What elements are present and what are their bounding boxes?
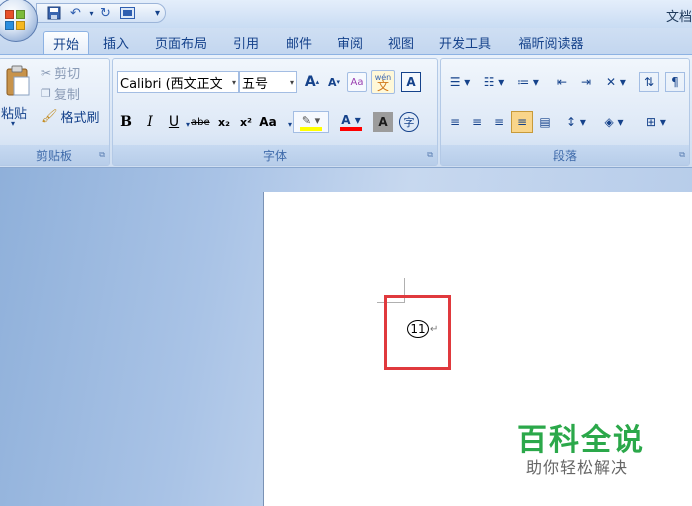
quick-access-toolbar: ↶ ▾ ↻ ▾	[36, 3, 166, 23]
dialog-launcher-icon[interactable]: ⧉	[99, 150, 105, 160]
cut-label: 剪切	[54, 67, 81, 82]
tab-home[interactable]: 开始	[43, 31, 89, 54]
grow-font-button[interactable]: A ▴	[303, 72, 321, 92]
paste-dropdown-icon[interactable]: ▾	[11, 119, 15, 128]
ribbon-tabs: 开始 插入 页面布局 引用 邮件 审阅 视图 开发工具 福昕阅读器	[0, 28, 692, 54]
font-name-value: Calibri (西文正文	[120, 76, 223, 92]
line-spacing-icon[interactable]: ↕ ▾	[561, 112, 591, 132]
char-border-button[interactable]: A	[401, 72, 421, 92]
increase-indent-icon[interactable]: ⇥	[575, 72, 597, 92]
tab-review[interactable]: 审阅	[330, 31, 370, 54]
font-color-icon: A ▾	[341, 113, 361, 127]
copy-button[interactable]: ❐ 复制	[41, 84, 80, 103]
clear-format-button[interactable]: Aa	[347, 72, 367, 92]
tab-references[interactable]: 引用	[226, 31, 266, 54]
format-painter-button[interactable]: 🖌 格式刷	[41, 107, 100, 126]
char-shading-button[interactable]: A	[373, 112, 393, 132]
title-bar: ↶ ▾ ↻ ▾ 文档	[0, 0, 692, 42]
customize-qat-icon[interactable]: ▾	[149, 5, 166, 21]
font-group-label: 字体 ⧉	[113, 145, 437, 165]
align-left-icon[interactable]: ≡	[445, 112, 465, 132]
font-color-swatch	[340, 127, 362, 131]
highlight-color-swatch	[300, 126, 322, 131]
copy-label: 复制	[53, 88, 80, 103]
copy-icon: ❐	[41, 87, 51, 100]
print-preview-icon[interactable]	[119, 5, 136, 21]
watermark-title: 百科全说	[517, 423, 645, 458]
dialog-launcher-icon[interactable]: ⧉	[679, 150, 685, 160]
justify-icon[interactable]: ≡	[511, 111, 533, 133]
clipboard-label-text: 剪贴板	[35, 148, 72, 163]
tab-mailings[interactable]: 邮件	[279, 31, 319, 54]
window-title: 文档	[665, 10, 692, 25]
strikethrough-button[interactable]: abe	[191, 112, 210, 132]
brush-icon: 🖌	[41, 109, 58, 124]
clipboard-group: 粘贴 ▾ ✂ 剪切 ❐ 复制 🖌 格式刷 剪贴板 ⧉	[0, 58, 110, 166]
circled-number-text[interactable]: 11	[407, 320, 429, 338]
undo-icon[interactable]: ↶	[67, 5, 84, 21]
highlight-color-button[interactable]: ✎ ▾	[293, 111, 329, 133]
chevron-down-icon: ▾	[231, 77, 236, 87]
grow-font-label: A	[304, 74, 316, 90]
highlighter-icon: ✎ ▾	[301, 113, 321, 127]
phonetic-char-icon: 文	[376, 79, 389, 93]
shrink-font-label: A	[327, 75, 337, 89]
save-icon[interactable]	[45, 5, 62, 21]
office-logo-icon	[5, 10, 27, 32]
decrease-indent-icon[interactable]: ⇤	[551, 72, 573, 92]
tab-view[interactable]: 视图	[381, 31, 421, 54]
align-right-icon[interactable]: ≡	[489, 112, 509, 132]
paragraph-mark: ↵	[430, 324, 439, 335]
tab-page-layout[interactable]: 页面布局	[148, 31, 214, 54]
change-case-button[interactable]: Aa	[259, 112, 277, 132]
multilevel-list-icon[interactable]: ≔ ▾	[513, 72, 543, 92]
font-size-combo[interactable]: 五号 ▾	[239, 71, 297, 93]
font-label-text: 字体	[262, 148, 287, 163]
document-page[interactable]: 11 ↵ 百科全说 助你轻松解决	[263, 192, 692, 506]
distributed-icon[interactable]: ▤	[535, 112, 555, 132]
align-center-icon[interactable]: ≡	[467, 112, 487, 132]
chevron-down-icon: ▾	[289, 77, 294, 87]
shrink-font-button[interactable]: A ▾	[325, 72, 343, 92]
font-name-combo[interactable]: Calibri (西文正文 ▾	[117, 71, 239, 93]
enclose-char-button[interactable]: 字	[399, 112, 419, 132]
font-group: Calibri (西文正文 ▾ 五号 ▾ A ▴ A ▾ Aa wén 文 A B …	[112, 58, 438, 166]
tab-foxit-reader[interactable]: 福昕阅读器	[510, 31, 592, 54]
shading-icon[interactable]: ◈ ▾	[597, 112, 631, 132]
cut-button[interactable]: ✂ 剪切	[41, 63, 81, 83]
numbering-icon[interactable]: ☷ ▾	[479, 72, 509, 92]
subscript-button[interactable]: x₂	[215, 112, 233, 132]
dialog-launcher-icon[interactable]: ⧉	[427, 150, 433, 160]
redo-icon[interactable]: ↻	[97, 5, 114, 21]
format-painter-label: 格式刷	[60, 111, 100, 126]
paragraph-label-text: 段落	[552, 148, 577, 163]
scissors-icon: ✂	[41, 65, 52, 80]
bold-button[interactable]: B	[117, 112, 135, 132]
paragraph-group-label: 段落 ⧉	[441, 145, 689, 165]
eraser-icon: Aa	[350, 76, 364, 88]
watermark-subtitle: 助你轻松解决	[526, 458, 629, 477]
paragraph-group: ☰ ▾ ☷ ▾ ≔ ▾ ⇤ ⇥ ✕ ▾ ⇅ ¶ ≡ ≡ ≡ ≡ ▤ ↕ ▾ ◈ …	[440, 58, 690, 166]
sort-icon[interactable]: ⇅	[639, 72, 659, 92]
clipboard-group-label: 剪贴板 ⧉	[0, 145, 109, 165]
char-border-label: A	[406, 75, 416, 89]
document-workspace: 11 ↵ 百科全说 助你轻松解决	[0, 168, 692, 506]
paste-icon[interactable]	[3, 63, 33, 99]
font-size-value: 五号	[242, 76, 269, 92]
bullets-icon[interactable]: ☰ ▾	[445, 72, 475, 92]
phonetic-guide-button[interactable]: wén 文	[371, 70, 395, 94]
font-color-button[interactable]: A ▾	[333, 111, 369, 133]
show-marks-icon[interactable]: ¶	[665, 72, 685, 92]
borders-icon[interactable]: ⊞ ▾	[639, 112, 673, 132]
tab-insert[interactable]: 插入	[96, 31, 136, 54]
superscript-button[interactable]: x²	[237, 112, 255, 132]
italic-button[interactable]: I	[141, 112, 159, 132]
ribbon: 粘贴 ▾ ✂ 剪切 ❐ 复制 🖌 格式刷 剪贴板 ⧉ Calibri (西文正文…	[0, 54, 692, 168]
tab-developer[interactable]: 开发工具	[432, 31, 498, 54]
chinese-layout-icon[interactable]: ✕ ▾	[601, 72, 631, 92]
